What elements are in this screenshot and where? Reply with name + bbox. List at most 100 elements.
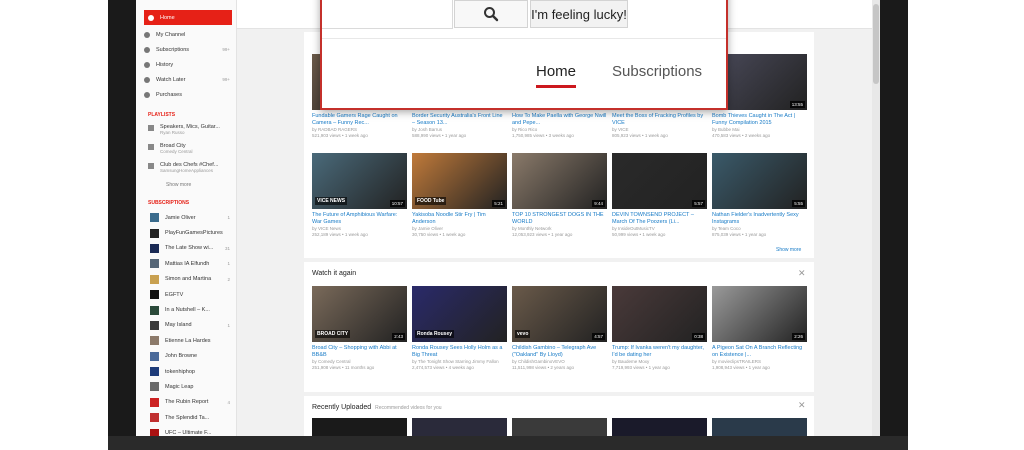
video-title[interactable]: Trump: If Ivanka weren't my daughter, I'…	[612, 345, 707, 359]
subscription-item[interactable]: EGFTV	[136, 287, 236, 302]
video-card[interactable]	[512, 418, 607, 436]
video-card[interactable]: 5:57 DEVIN TOWNSEND PROJECT – March Of Th…	[612, 153, 707, 238]
tab-subscriptions[interactable]: Subscriptions	[612, 63, 702, 80]
tab-home[interactable]: Home	[536, 63, 576, 80]
video-title[interactable]: A Pigeon Sat On A Branch Reflecting on E…	[712, 345, 807, 359]
subscription-item[interactable]: May Island 1	[136, 318, 236, 333]
show-more-link[interactable]: Show more	[776, 247, 801, 253]
video-thumbnail[interactable]	[712, 418, 807, 436]
sidebar-item-subscriptions[interactable]: Subscriptions 99+	[136, 42, 236, 57]
video-title[interactable]: Yakisoba Noodle Stir Fry | Tim Anderson	[412, 212, 507, 226]
channel-avatar	[150, 243, 159, 253]
sidebar-item-count: 99+	[222, 47, 230, 52]
close-icon[interactable]: ✕	[798, 268, 806, 279]
video-title[interactable]: TOP 10 STRONGEST DOGS IN THE WORLD	[512, 212, 607, 226]
video-card[interactable]	[712, 418, 807, 436]
subscription-item[interactable]: Magic Leap	[136, 379, 236, 394]
subscription-item[interactable]: PlayFunGamesPictures	[136, 225, 236, 240]
video-thumbnail[interactable]: FOOD Tube 5:21	[412, 153, 507, 209]
close-icon[interactable]: ✕	[798, 400, 806, 411]
playlist-item[interactable]: Club des Chefs #Chef... SamsungHomeApplia…	[136, 160, 236, 179]
video-title[interactable]: DEVIN TOWNSEND PROJECT – March Of The Po…	[612, 212, 707, 226]
subscription-item[interactable]: The Late Show wi... 31	[136, 241, 236, 256]
video-thumbnail[interactable]	[412, 418, 507, 436]
subscription-item[interactable]: Etienne La Hardes	[136, 333, 236, 348]
feeling-lucky-button[interactable]: I'm feeling lucky!	[530, 0, 628, 28]
video-card[interactable]: Ronda Rousey Ronda Rousey Sees Holly Holm…	[412, 286, 507, 371]
subscription-name: May Island	[165, 322, 192, 329]
scrollbar[interactable]	[872, 0, 880, 436]
video-duration: 5:55	[792, 200, 805, 207]
subscription-name: Simon and Martina	[165, 276, 212, 283]
sidebar: Home My Channel Subscriptions 99+ History Wat…	[136, 0, 237, 436]
video-card[interactable]: FOOD Tube 5:21 Yakisoba Noodle Stir Fry | …	[412, 153, 507, 238]
scroll-thumb[interactable]	[873, 4, 879, 84]
video-card[interactable]	[412, 418, 507, 436]
video-title[interactable]: How To Make Paella with George Nwill and…	[512, 113, 607, 127]
video-duration: 2:43	[392, 333, 405, 340]
show-more-playlists[interactable]: Show more	[136, 179, 236, 190]
recent-title: Recently Uploaded Recommended videos for …	[312, 404, 442, 411]
video-card[interactable]	[312, 418, 407, 436]
video-title[interactable]: Bomb Thieves Caught in The Act | Funny C…	[712, 113, 807, 127]
video-card[interactable]: 9:44 TOP 10 STRONGEST DOGS IN THE WORLD by…	[512, 153, 607, 238]
video-title[interactable]: Border Security Australia's Front Line –…	[412, 113, 507, 127]
subscription-item[interactable]: Jamie Oliver 1	[136, 210, 236, 225]
channel-avatar	[150, 351, 159, 361]
sidebar-item-home[interactable]: Home	[144, 10, 232, 25]
channel-avatar	[150, 382, 159, 392]
video-views: 521,903 views • 1 week ago	[312, 133, 368, 138]
video-thumbnail[interactable]: 9:44	[512, 153, 607, 209]
video-thumbnail[interactable]: vevo 4:57	[512, 286, 607, 342]
video-thumbnail[interactable]: VICE NEWS 10:57	[312, 153, 407, 209]
subscription-item[interactable]: UFC – Ultimate F...	[136, 425, 236, 436]
sidebar-item-my-channel[interactable]: My Channel	[136, 27, 236, 42]
video-title[interactable]: Fundable Gamers Rage Caught on Camera – …	[312, 113, 407, 127]
subscription-item[interactable]: Simon and Martina 2	[136, 272, 236, 287]
video-thumbnail[interactable]: Ronda Rousey	[412, 286, 507, 342]
video-title[interactable]: The Future of Amphibious Warfare: War Ga…	[312, 212, 407, 226]
tab-active-indicator	[536, 85, 576, 88]
sidebar-item-purchases[interactable]: Purchases	[136, 87, 236, 102]
playlist-text: Broad City Comedy Central	[160, 143, 193, 154]
subscription-name: The Rubin Report	[165, 399, 209, 406]
video-title[interactable]: Childish Gambino – Telegraph Ave ("Oakla…	[512, 345, 607, 359]
video-thumbnail[interactable]: 5:55	[712, 153, 807, 209]
video-title[interactable]: Nathan Fielder's Inadvertently Sexy Inst…	[712, 212, 807, 226]
subscription-item[interactable]: tokenhiphop	[136, 364, 236, 379]
video-card[interactable]: 0:38 Trump: If Ivanka weren't my daughter…	[612, 286, 707, 371]
video-thumbnail[interactable]: 2:26	[712, 286, 807, 342]
sidebar-item-label: Subscriptions	[156, 46, 190, 53]
subscription-item[interactable]: John Browne	[136, 349, 236, 364]
subscription-name: The Splendid Ta...	[165, 414, 210, 421]
video-card[interactable]	[612, 418, 707, 436]
channel-avatar	[150, 228, 159, 238]
playlist-item[interactable]: Speakers, Mics, Guitar... Ryan Russo	[136, 122, 236, 141]
subscription-item[interactable]: The Splendid Ta...	[136, 410, 236, 425]
subscriptions-list: Jamie Oliver 1 PlayFunGamesPictures The Lat…	[136, 210, 236, 436]
search-button[interactable]	[454, 0, 528, 28]
video-card[interactable]: 5:55 Nathan Fielder's Inadvertently Sexy …	[712, 153, 807, 238]
video-thumbnail[interactable]	[512, 418, 607, 436]
video-thumbnail[interactable]	[312, 418, 407, 436]
video-card[interactable]: BROAD CITY 2:43 Broad City – Shopping with…	[312, 286, 407, 371]
video-title[interactable]: Ronda Rousey Sees Holly Holm as a Big Th…	[412, 345, 507, 359]
search-input[interactable]	[322, 0, 453, 29]
playlist-item[interactable]: Broad City Comedy Central	[136, 141, 236, 160]
video-title[interactable]: Meet the Boss of Fracking Profiles by VI…	[612, 113, 707, 127]
video-card[interactable]: vevo 4:57 Childish Gambino – Telegraph Ave…	[512, 286, 607, 371]
video-thumbnail[interactable]: 0:38	[612, 286, 707, 342]
subscription-item[interactable]: In a Nutshell – K...	[136, 302, 236, 317]
subscription-count: 4	[227, 399, 230, 405]
video-title[interactable]: Broad City – Shopping with Abbi at BB&B	[312, 345, 407, 359]
sidebar-item-watch-later[interactable]: Watch Later 99+	[136, 72, 236, 87]
subscription-item[interactable]: Mattias IA Elfundh 1	[136, 256, 236, 271]
video-thumbnail[interactable]: 5:57	[612, 153, 707, 209]
video-thumbnail[interactable]	[612, 418, 707, 436]
video-card[interactable]: VICE NEWS 10:57 The Future of Amphibious W…	[312, 153, 407, 238]
tab-bar: Home Subscriptions	[322, 38, 726, 101]
video-card[interactable]: 2:26 A Pigeon Sat On A Branch Reflecting …	[712, 286, 807, 371]
subscription-item[interactable]: The Rubin Report 4	[136, 395, 236, 410]
sidebar-item-history[interactable]: History	[136, 57, 236, 72]
video-thumbnail[interactable]: BROAD CITY 2:43	[312, 286, 407, 342]
